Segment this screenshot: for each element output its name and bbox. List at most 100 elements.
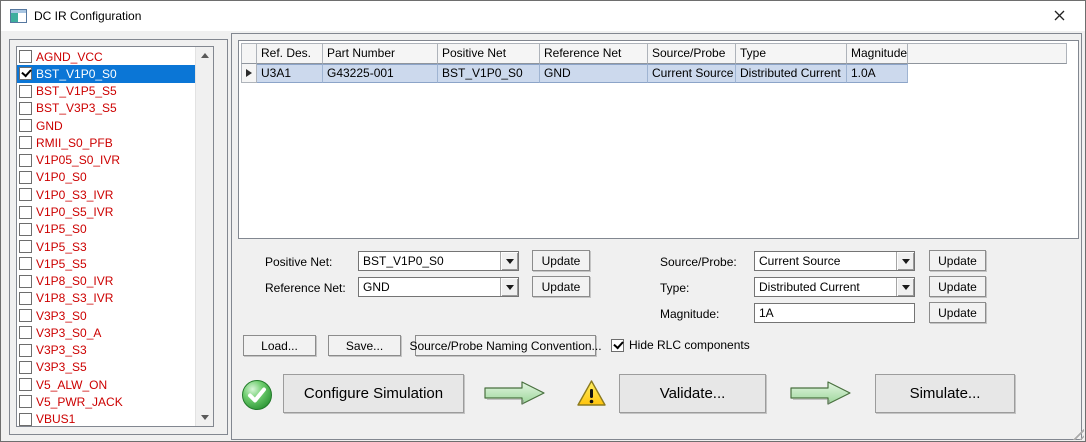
net-list-item[interactable]: BST_V3P3_S5 (17, 100, 196, 117)
net-list-item[interactable]: V1P8_S3_IVR (17, 290, 196, 307)
chevron-down-icon[interactable] (500, 278, 518, 296)
column-header[interactable]: Reference Net (540, 43, 648, 64)
net-name: V3P3_S0 (36, 308, 87, 323)
chevron-down-icon[interactable] (896, 252, 914, 270)
checkbox-icon[interactable] (19, 326, 32, 340)
configure-simulation-button[interactable]: Configure Simulation (283, 374, 464, 413)
checkbox-icon[interactable] (19, 170, 32, 184)
net-list-item[interactable]: V3P3_S0 (17, 307, 196, 324)
net-list-item[interactable]: V1P5_S0 (17, 221, 196, 238)
reference-net-select[interactable]: GND (358, 277, 519, 297)
net-list-item[interactable]: AGND_VCC (17, 48, 196, 65)
checkbox-icon[interactable] (19, 240, 32, 254)
update-magnitude-button[interactable]: Update (929, 302, 986, 323)
checkbox-icon[interactable] (611, 338, 624, 352)
chevron-down-icon[interactable] (500, 252, 518, 270)
net-list-item[interactable]: V1P0_S3_IVR (17, 186, 196, 203)
column-header[interactable]: Positive Net (438, 43, 540, 64)
checkbox-icon[interactable] (19, 84, 32, 98)
scroll-down-icon[interactable] (196, 409, 213, 426)
checkbox-icon[interactable] (19, 101, 32, 115)
net-list-item[interactable]: V3P3_S3 (17, 342, 196, 359)
checkbox-icon[interactable] (19, 412, 32, 426)
net-list-item[interactable]: V1P0_S5_IVR (17, 203, 196, 220)
reference-net-label: Reference Net: (265, 281, 346, 295)
net-checklist[interactable]: AGND_VCC BST_V1P0_S0 BST_V1P5_S5 BST_V3P3_S… (16, 46, 214, 427)
table-cell[interactable]: G43225-001 (323, 64, 438, 83)
source-probe-select[interactable]: Current Source (754, 251, 915, 271)
update-source-probe-button[interactable]: Update (929, 250, 986, 271)
close-icon[interactable] (1039, 1, 1079, 30)
net-list-item[interactable]: V3P3_S5 (17, 359, 196, 376)
net-list-item[interactable]: VBUS1 (17, 411, 196, 426)
current-row-icon (246, 69, 252, 77)
naming-convention-button[interactable]: Source/Probe Naming Convention... (409, 335, 602, 356)
net-list-item[interactable]: V1P0_S0 (17, 169, 196, 186)
checkbox-icon[interactable] (19, 274, 32, 288)
table-cell[interactable]: Distributed Current (736, 64, 847, 83)
column-header[interactable]: Source/Probe (648, 43, 736, 64)
table-cell[interactable]: 1.0A (847, 64, 908, 83)
net-list-item[interactable]: GND (17, 117, 196, 134)
source-grid[interactable]: Ref. Des. Part Number Positive Net Referenc… (241, 43, 1067, 83)
checkbox-icon[interactable] (19, 291, 32, 305)
net-name: BST_V1P5_S5 (36, 84, 117, 99)
column-header[interactable]: Part Number (323, 43, 438, 64)
net-list-item[interactable]: BST_V1P5_S5 (17, 83, 196, 100)
net-name: V3P3_S3 (36, 343, 87, 358)
checkbox-icon[interactable] (19, 222, 32, 236)
net-name: V3P3_S0_A (36, 325, 102, 340)
row-selector-cell[interactable] (241, 64, 257, 83)
checkbox-icon[interactable] (19, 188, 32, 202)
magnitude-input[interactable]: 1A (754, 303, 915, 323)
net-name: V1P5_S0 (36, 222, 87, 237)
table-cell[interactable]: U3A1 (257, 64, 323, 83)
configuration-panel: Ref. Des. Part Number Positive Net Referenc… (231, 33, 1082, 440)
update-positive-net-button[interactable]: Update (532, 250, 590, 271)
checkbox-icon[interactable] (19, 119, 32, 133)
table-cell[interactable]: GND (540, 64, 648, 83)
checkbox-icon[interactable] (19, 309, 32, 323)
save-button[interactable]: Save... (328, 335, 401, 356)
net-list-item[interactable]: V3P3_S0_A (17, 324, 196, 341)
net-name: BST_V3P3_S5 (36, 101, 117, 116)
checkbox-icon[interactable] (19, 257, 32, 271)
net-list-item[interactable]: V1P5_S3 (17, 238, 196, 255)
chevron-down-icon[interactable] (896, 278, 914, 296)
update-reference-net-button[interactable]: Update (532, 276, 590, 297)
checkbox-icon[interactable] (19, 395, 32, 409)
net-list-item[interactable]: V5_PWR_JACK (17, 393, 196, 410)
checkbox-icon[interactable] (19, 343, 32, 357)
checkbox-icon[interactable] (19, 153, 32, 167)
column-header[interactable]: Magnitude (847, 43, 908, 64)
checkbox-icon[interactable] (19, 67, 32, 81)
net-list-item[interactable]: V5_ALW_ON (17, 376, 196, 393)
source-grid-container: Ref. Des. Part Number Positive Net Referenc… (238, 40, 1079, 239)
column-header[interactable]: Type (736, 43, 847, 64)
net-list-item[interactable]: BST_V1P0_S0 (17, 65, 196, 83)
net-list-item[interactable]: V1P05_S0_IVR (17, 152, 196, 169)
net-list-item[interactable]: RMII_S0_PFB (17, 134, 196, 151)
net-name: V1P8_S3_IVR (36, 291, 114, 306)
scroll-up-icon[interactable] (196, 47, 213, 64)
type-select[interactable]: Distributed Current (754, 277, 915, 297)
simulate-button[interactable]: Simulate... (875, 374, 1015, 413)
table-cell[interactable]: Current Source (648, 64, 736, 83)
checkbox-icon[interactable] (19, 136, 32, 150)
net-list-item[interactable]: V1P8_S0_IVR (17, 272, 196, 289)
update-type-button[interactable]: Update (929, 276, 986, 297)
checkbox-icon[interactable] (19, 50, 32, 64)
column-header[interactable]: Ref. Des. (257, 43, 323, 64)
table-cell[interactable]: BST_V1P0_S0 (438, 64, 540, 83)
net-list-scrollbar[interactable] (195, 47, 213, 426)
row-selector-header (241, 43, 257, 64)
checkbox-icon[interactable] (19, 360, 32, 374)
positive-net-select[interactable]: BST_V1P0_S0 (358, 251, 519, 271)
load-button[interactable]: Load... (243, 335, 316, 356)
net-list-item[interactable]: V1P5_S5 (17, 255, 196, 272)
checkbox-icon[interactable] (19, 205, 32, 219)
hide-rlc-checkbox[interactable]: Hide RLC components (611, 338, 750, 352)
validate-button[interactable]: Validate... (619, 374, 766, 413)
table-row[interactable]: U3A1 G43225-001 BST_V1P0_S0 GND Current Sour… (241, 64, 1067, 83)
checkbox-icon[interactable] (19, 378, 32, 392)
